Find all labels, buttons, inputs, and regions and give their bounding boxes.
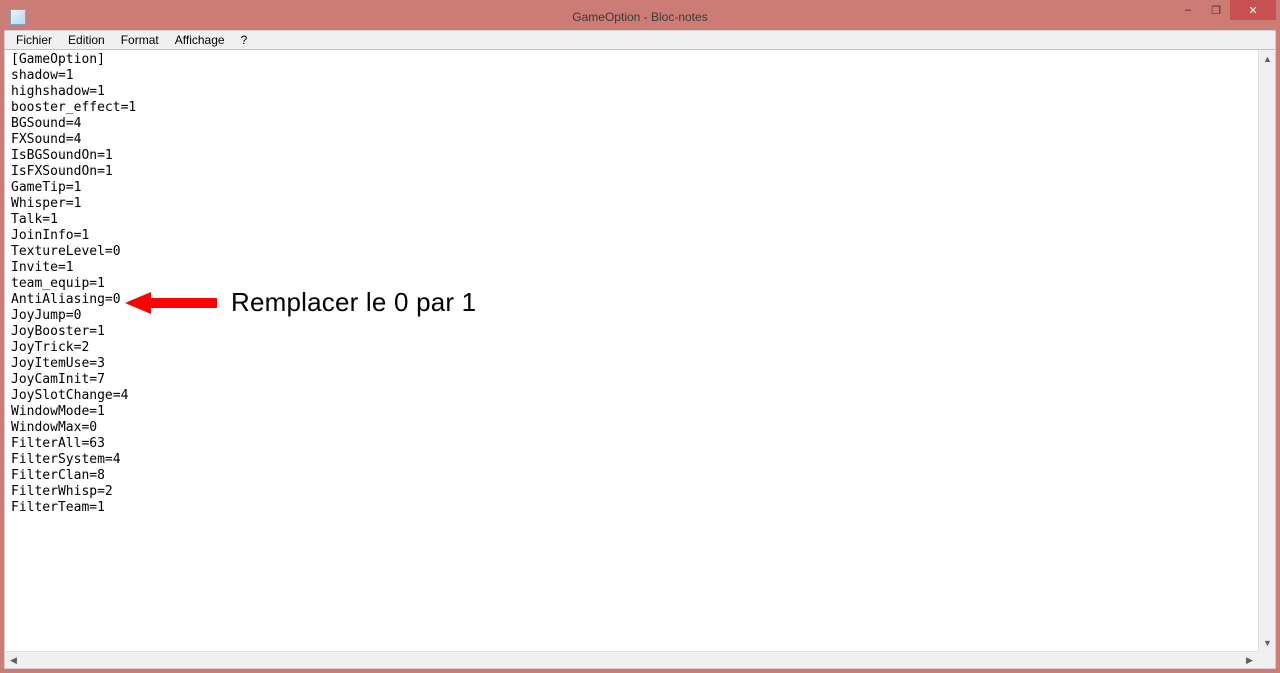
notepad-icon: [10, 9, 26, 25]
scroll-left-icon[interactable]: ◀: [5, 652, 22, 669]
menu-format[interactable]: Format: [114, 32, 166, 48]
scroll-right-icon[interactable]: ▶: [1241, 652, 1258, 669]
window: GameOption - Bloc-notes – ❐ ✕ Fichier Ed…: [4, 4, 1276, 669]
menu-help[interactable]: ?: [234, 32, 255, 48]
scroll-corner: [1258, 651, 1275, 668]
menu-edition[interactable]: Edition: [61, 32, 112, 48]
editor-text[interactable]: [GameOption] shadow=1 highshadow=1 boost…: [5, 50, 1275, 518]
scroll-up-icon[interactable]: ▲: [1259, 50, 1276, 67]
minimize-button[interactable]: –: [1174, 0, 1202, 20]
close-button[interactable]: ✕: [1230, 0, 1276, 20]
menubar: Fichier Edition Format Affichage ?: [4, 30, 1276, 50]
window-title: GameOption - Bloc-notes: [572, 10, 707, 24]
editor-area[interactable]: [GameOption] shadow=1 highshadow=1 boost…: [4, 50, 1276, 669]
window-controls: – ❐ ✕: [1174, 0, 1276, 20]
horizontal-scrollbar[interactable]: ◀ ▶: [5, 651, 1258, 668]
maximize-button[interactable]: ❐: [1202, 0, 1230, 20]
titlebar[interactable]: GameOption - Bloc-notes – ❐ ✕: [4, 4, 1276, 30]
menu-affichage[interactable]: Affichage: [168, 32, 232, 48]
menu-fichier[interactable]: Fichier: [9, 32, 59, 48]
scroll-down-icon[interactable]: ▼: [1259, 634, 1276, 651]
vertical-scrollbar[interactable]: ▲ ▼: [1258, 50, 1275, 651]
